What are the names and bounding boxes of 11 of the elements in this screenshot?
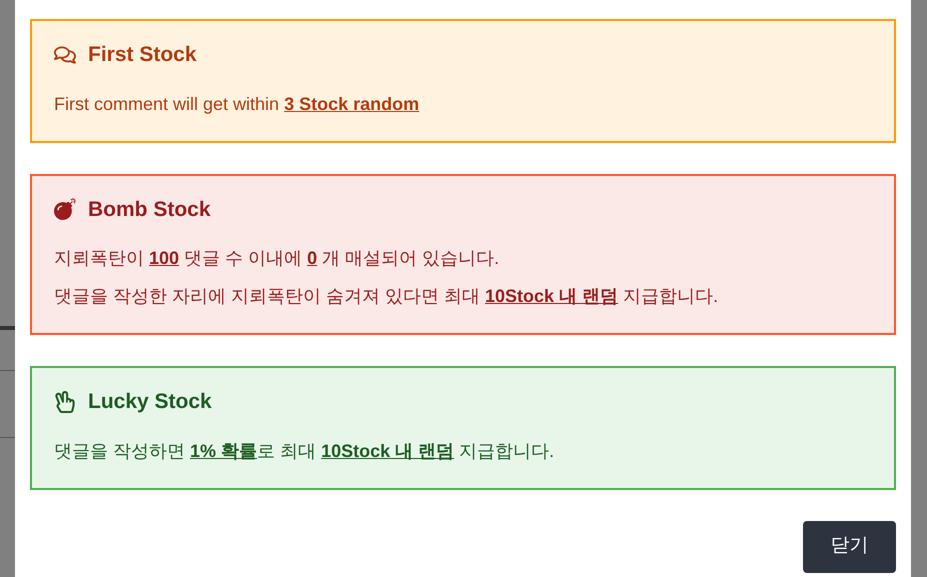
peace-hand-icon [54, 390, 76, 413]
card-text: 지뢰폭탄이 100 댓글 수 이내에 0 개 매설되어 있습니다. [54, 247, 500, 270]
bomb-icon [54, 198, 76, 220]
card-title: Lucky Stock [88, 389, 212, 415]
card-text: 댓글을 작성하면 1% 확률로 최대 10Stock 내 랜덤 지급합니다. [54, 440, 556, 462]
speech-bubbles-icon [54, 44, 76, 66]
card-title: First Stock [88, 42, 197, 68]
card-text: 댓글을 작성한 자리에 지뢰폭탄이 숨겨져 있다면 최대 10Stock 내 랜덤 지급합니다. [54, 285, 720, 308]
card-title: Bomb Stock [88, 196, 211, 222]
card-text: First comment will get within 3 Stock random [54, 92, 420, 116]
close-button[interactable]: 닫기 [803, 520, 896, 572]
